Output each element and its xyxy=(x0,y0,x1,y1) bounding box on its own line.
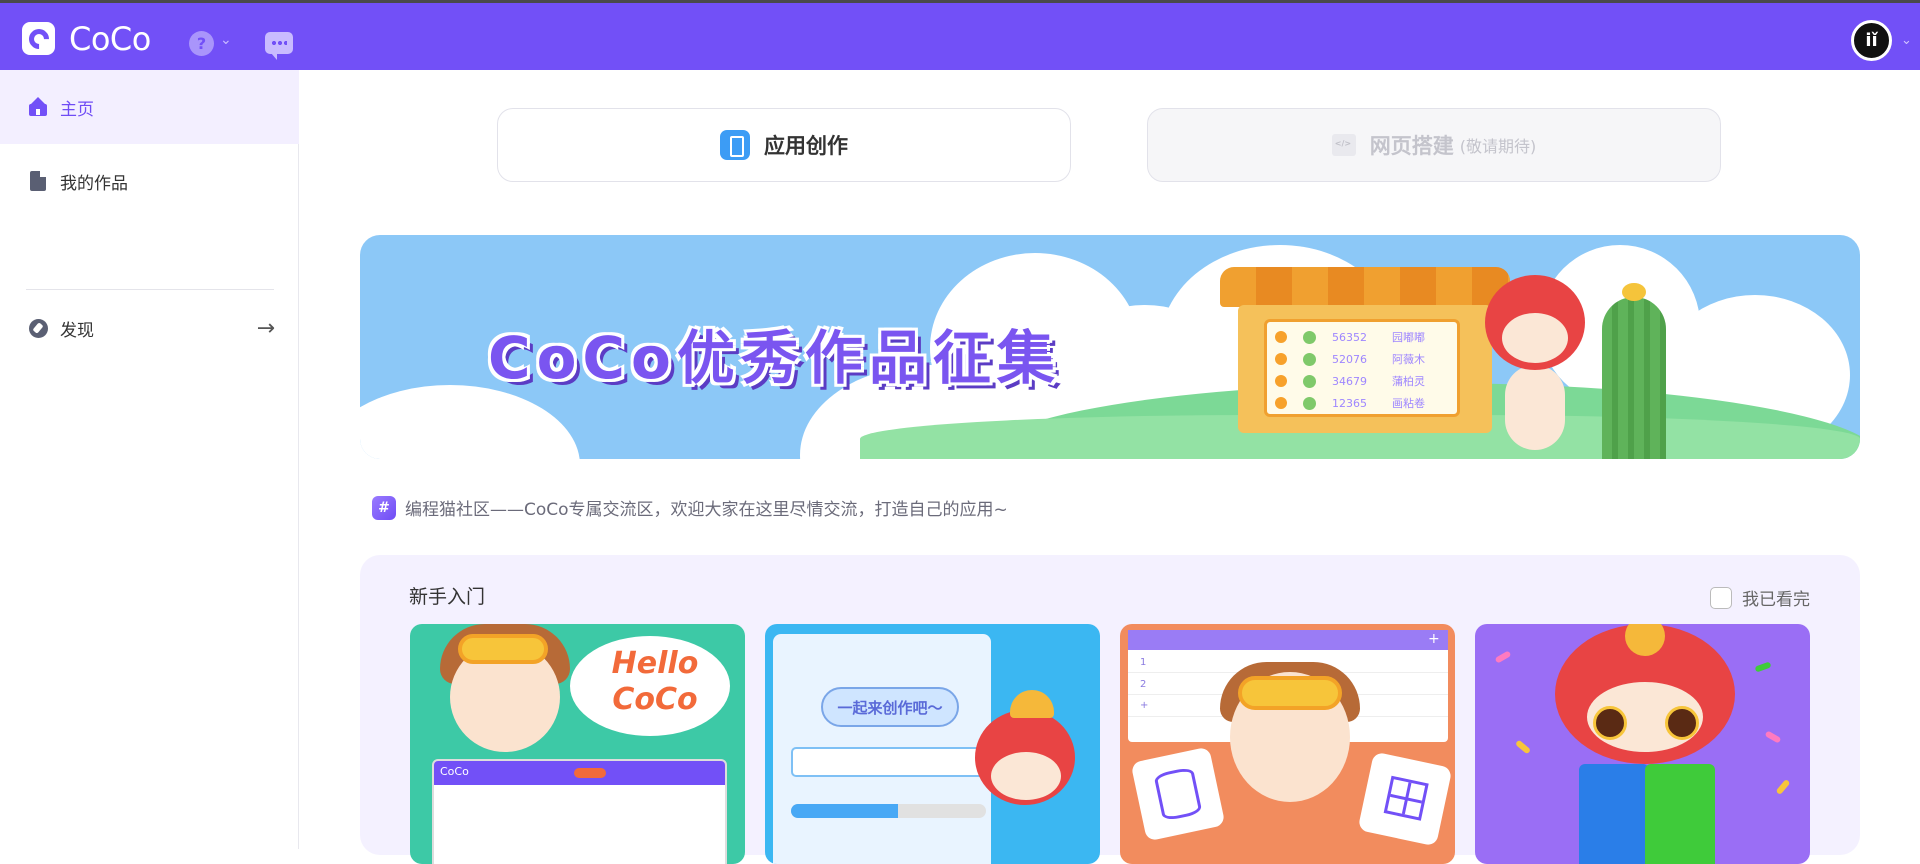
grid-icon xyxy=(1357,751,1453,847)
code-icon xyxy=(1331,134,1356,156)
card-illustration-text: 一起来创作吧～ xyxy=(821,687,959,727)
document-icon xyxy=(28,171,48,191)
section-title: 新手入门 xyxy=(409,586,486,608)
chevron-down-icon[interactable]: ⌄ xyxy=(220,32,232,48)
arrow-right-icon: → xyxy=(256,315,275,341)
leaderboard-row: 34679 蒲柏灵 xyxy=(1275,372,1455,390)
sidebar: 主页 我的作品 发现 → xyxy=(0,70,299,849)
tutorial-card[interactable] xyxy=(1475,624,1810,864)
beginner-section: 新手入门 我已看完 Hello CoCo CoCo 一起来创作吧～ + 1 2 … xyxy=(360,555,1860,864)
mascot-cat-illustration xyxy=(1480,275,1590,455)
leaderboard-row: 52076 阿薇木 xyxy=(1275,350,1455,368)
leaderboard-row: 56352 园嘟嘟 xyxy=(1275,328,1455,346)
tutorial-card[interactable]: + 1 2 + xyxy=(1120,624,1455,864)
chat-icon[interactable] xyxy=(265,32,293,60)
home-icon xyxy=(28,97,48,117)
gamepad-icon xyxy=(1579,764,1649,864)
help-icon[interactable]: ? xyxy=(189,31,214,56)
sidebar-divider xyxy=(26,289,274,290)
watched-checkbox[interactable]: 我已看完 xyxy=(1710,585,1810,610)
avatar xyxy=(1303,374,1316,388)
medal-icon xyxy=(1275,375,1287,387)
coco-logo-icon[interactable] xyxy=(22,22,55,55)
sidebar-item-discover[interactable]: 发现 → xyxy=(0,291,299,365)
medal-icon xyxy=(1275,397,1287,409)
mini-window-illustration: CoCo xyxy=(432,759,727,864)
leaderboard-booth: 56352 园嘟嘟 52076 阿薇木 34679 蒲柏灵 12365 画粘卷 xyxy=(1220,267,1510,437)
avatar xyxy=(1303,330,1316,344)
card-illustration-text: Hello CoCo xyxy=(611,646,699,717)
database-icon xyxy=(1130,746,1226,842)
sidebar-item-label: 主页 xyxy=(60,99,94,120)
sidebar-item-label: 发现 xyxy=(60,320,94,341)
cactus-illustration xyxy=(1602,283,1666,459)
tutorial-card[interactable]: 一起来创作吧～ xyxy=(765,624,1100,864)
medal-icon xyxy=(1275,331,1287,343)
sidebar-item-my-works[interactable]: 我的作品 xyxy=(0,144,299,218)
banner-title: CoCo优秀作品征集 xyxy=(488,324,1061,392)
avatar xyxy=(1303,352,1316,366)
avatar[interactable]: iǐ xyxy=(1851,20,1892,61)
app-name[interactable]: CoCo xyxy=(69,20,151,58)
leaderboard: 56352 园嘟嘟 52076 阿薇木 34679 蒲柏灵 12365 画粘卷 xyxy=(1264,319,1460,417)
community-text: 编程猫社区——CoCo专属交流区，欢迎大家在这里尽情交流，打造自己的应用~ xyxy=(405,500,1008,520)
tab-app-creation[interactable]: 应用创作 xyxy=(497,108,1071,182)
cloud-icon xyxy=(1645,764,1715,864)
tab-label: 应用创作 xyxy=(764,134,848,158)
community-notice[interactable]: # 编程猫社区——CoCo专属交流区，欢迎大家在这里尽情交流，打造自己的应用~ xyxy=(372,495,1008,520)
leaderboard-row: 12365 画粘卷 xyxy=(1275,394,1455,412)
checkbox-icon[interactable] xyxy=(1710,586,1732,609)
checkbox-label: 我已看完 xyxy=(1742,590,1810,610)
tab-sublabel: (敬请期待) xyxy=(1459,137,1537,156)
top-bar: CoCo ? ⌄ iǐ ⌄ xyxy=(0,0,1920,70)
tutorial-card[interactable]: Hello CoCo CoCo xyxy=(410,624,745,864)
tab-label: 网页搭建 xyxy=(1369,134,1454,158)
tab-web-builder: 网页搭建 (敬请期待) xyxy=(1147,108,1721,182)
sidebar-item-home[interactable]: 主页 xyxy=(0,70,299,144)
medal-icon xyxy=(1275,353,1287,365)
promo-banner[interactable]: CoCo优秀作品征集 56352 园嘟嘟 52076 阿薇木 34679 蒲柏灵 12… xyxy=(360,235,1860,459)
avatar xyxy=(1303,396,1316,410)
phone-icon xyxy=(720,130,750,160)
sidebar-item-label: 我的作品 xyxy=(60,173,128,194)
hash-icon: # xyxy=(372,495,396,520)
mascot-cat-illustration xyxy=(975,690,1085,830)
avatar-chevron-down-icon[interactable]: ⌄ xyxy=(1901,33,1912,48)
compass-icon xyxy=(28,318,48,338)
